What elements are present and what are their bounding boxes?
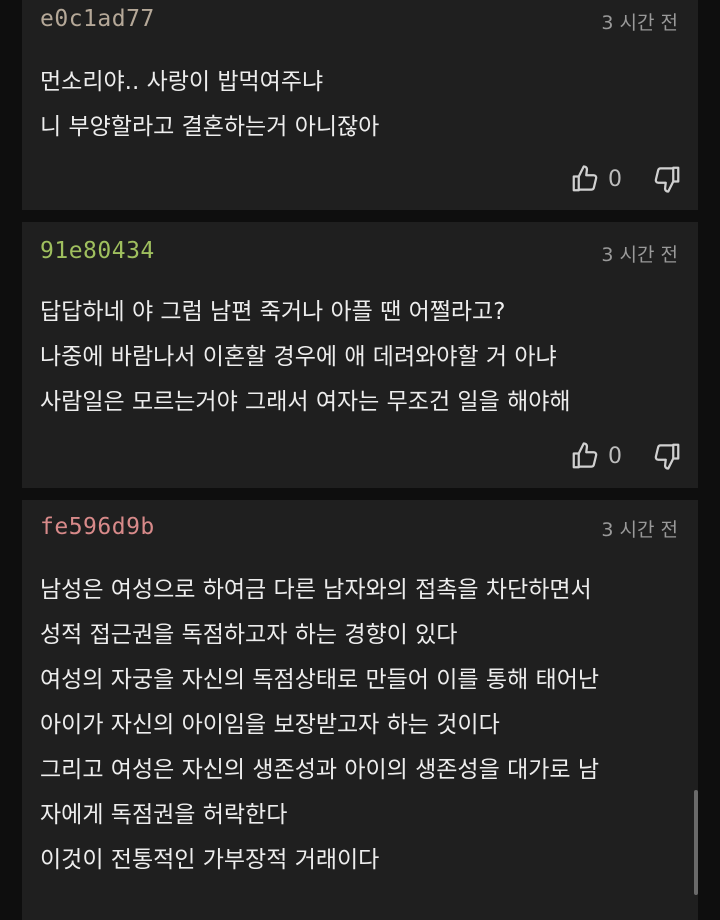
comment-line: 아이가 자신의 아이임을 보장받고자 하는 것이다	[40, 712, 500, 738]
comment-line: 그리고 여성은 자신의 생존성과 아이의 생존성을 대가로 남	[40, 757, 600, 783]
thumbs-down-icon[interactable]	[652, 441, 682, 471]
comment-line: 자에게 독점권을 허락한다	[40, 802, 288, 828]
thumbs-up-icon[interactable]	[570, 441, 600, 471]
comment-line: 먼소리야.. 사랑이 밥먹여주냐	[40, 69, 324, 95]
comment-card: e0c1ad77 3 시간 전 먼소리야.. 사랑이 밥먹여주냐 니 부양할라고…	[22, 0, 698, 210]
thumbs-down-icon[interactable]	[652, 164, 682, 194]
comment-card: 91e80434 3 시간 전 답답하네 야 그럼 남편 죽거나 아플 땐 어쩔…	[22, 222, 698, 488]
comment-actions: 0	[570, 440, 682, 472]
scrollbar[interactable]	[694, 790, 698, 895]
comment-card: fe596d9b 3 시간 전 남성은 여성으로 하여금 다른 남자와의 접촉을…	[22, 500, 698, 920]
comment-timestamp: 3 시간 전	[601, 519, 678, 541]
comment-author[interactable]: fe596d9b	[40, 514, 155, 540]
comment-line: 나중에 바람나서 이혼할 경우에 애 데려와야할 거 아냐	[40, 344, 557, 370]
comment-line: 사람일은 모르는거야 그래서 여자는 무조건 일을 해야해	[40, 389, 571, 415]
comment-timestamp: 3 시간 전	[601, 244, 678, 266]
comment-line: 성적 접근권을 독점하고자 하는 경향이 있다	[40, 622, 458, 648]
comment-body: 남성은 여성으로 하여금 다른 남자와의 접촉을 차단하면서 성적 접근권을 독…	[40, 568, 684, 883]
comment-line: 니 부양할라고 결혼하는거 아니잖아	[40, 114, 380, 140]
comment-body: 답답하네 야 그럼 남편 죽거나 아플 땐 어쩔라고? 나중에 바람나서 이혼할…	[40, 290, 684, 425]
comment-line: 남성은 여성으로 하여금 다른 남자와의 접촉을 차단하면서	[40, 577, 592, 603]
comment-timestamp: 3 시간 전	[601, 12, 678, 34]
comment-body: 먼소리야.. 사랑이 밥먹여주냐 니 부양할라고 결혼하는거 아니잖아	[40, 60, 684, 150]
like-count: 0	[608, 443, 622, 469]
comment-line: 이것이 전통적인 가부장적 거래이다	[40, 847, 380, 873]
thumbs-up-icon[interactable]	[570, 164, 600, 194]
comment-author[interactable]: e0c1ad77	[40, 6, 155, 32]
comment-line: 답답하네 야 그럼 남편 죽거나 아플 땐 어쩔라고?	[40, 299, 506, 325]
comment-author[interactable]: 91e80434	[40, 238, 155, 264]
comment-line: 여성의 자궁을 자신의 독점상태로 만들어 이를 통해 태어난	[40, 667, 600, 693]
comment-actions: 0	[570, 163, 682, 195]
like-count: 0	[608, 166, 622, 192]
